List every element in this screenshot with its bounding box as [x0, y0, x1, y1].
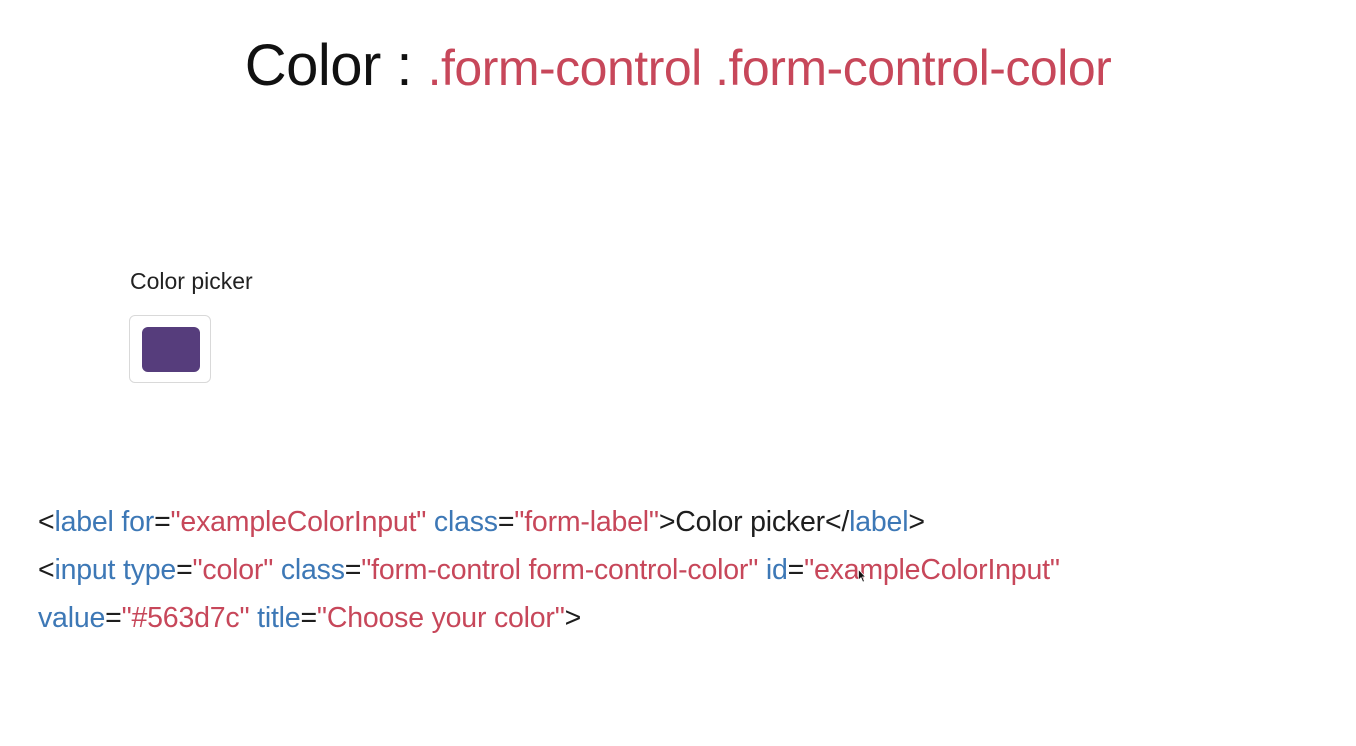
color-swatch	[142, 327, 200, 372]
code-tag: label	[849, 506, 909, 538]
code-line-label: <label for="exampleColorInput" class="fo…	[38, 498, 1060, 546]
code-attr: id	[758, 554, 788, 586]
code-punct: >	[658, 506, 676, 538]
code-value: "exampleColorInput"	[170, 506, 427, 538]
code-punct: </	[824, 506, 850, 538]
code-text: Color picker	[675, 506, 825, 538]
code-punct: =	[176, 554, 193, 586]
color-picker-input[interactable]	[129, 315, 211, 383]
code-value: "Choose your color"	[316, 602, 565, 634]
code-punct: =	[497, 506, 515, 538]
code-punct: <	[38, 554, 55, 586]
code-punct: >	[564, 602, 582, 634]
mouse-pointer-icon	[858, 569, 866, 583]
code-value: "form-label"	[514, 506, 659, 538]
code-punct: =	[154, 506, 171, 538]
code-line-input-cont: value="#563d7c" title="Choose your color…	[38, 594, 1060, 642]
code-attr: class	[426, 506, 498, 538]
code-punct: =	[344, 554, 362, 586]
code-snippet: <label for="exampleColorInput" class="fo…	[38, 498, 1060, 642]
code-value: "color"	[192, 554, 274, 586]
code-value: "exampleColorInput"	[804, 554, 1060, 586]
color-picker-label: Color picker	[130, 268, 253, 294]
slide: Color : .form-control .form-control-colo…	[0, 0, 1356, 746]
code-value: "#563d7c"	[121, 602, 250, 634]
code-value: "form-control form-control-color"	[361, 554, 759, 586]
code-attr: class	[273, 554, 345, 586]
title-prefix: Color :	[244, 33, 428, 98]
code-attr: for	[113, 506, 155, 538]
code-attr: value	[38, 602, 106, 634]
code-punct: =	[787, 554, 805, 586]
code-tag: input	[54, 554, 116, 586]
code-tag: label	[54, 506, 114, 538]
code-line-input: <input type="color" class="form-control …	[38, 546, 1060, 594]
code-punct: >	[908, 506, 925, 538]
code-punct: =	[300, 602, 317, 634]
code-punct: =	[105, 602, 122, 634]
code-punct: <	[38, 506, 55, 538]
page-title: Color : .form-control .form-control-colo…	[0, 30, 1356, 104]
code-attr: type	[115, 554, 177, 586]
title-class-names: .form-control .form-control-color	[427, 40, 1112, 96]
code-attr: title	[249, 602, 301, 634]
